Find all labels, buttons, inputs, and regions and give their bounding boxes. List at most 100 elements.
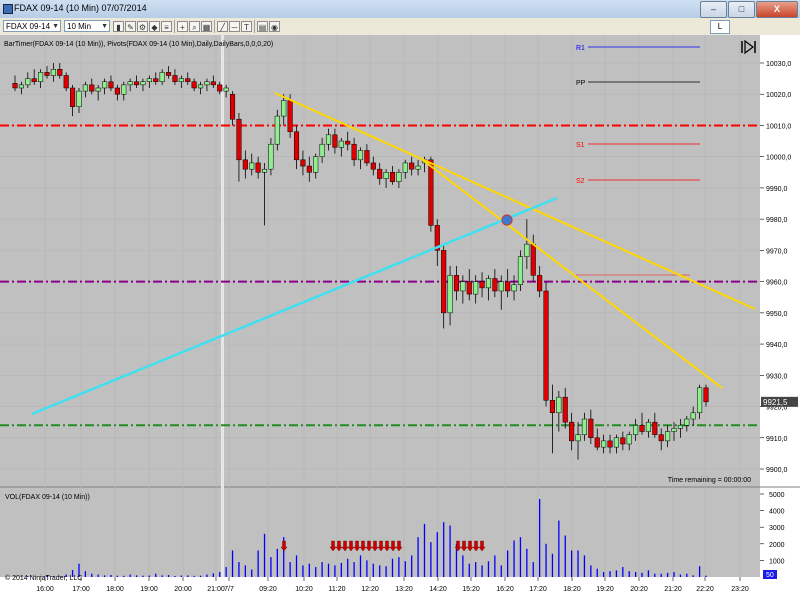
down-candle	[607, 440, 613, 448]
strategies-icon[interactable]: ◆	[149, 21, 160, 32]
time-tick-label: 14:20	[429, 586, 447, 593]
time-tick-label: 12:20	[361, 586, 379, 593]
maximize-button[interactable]: □	[728, 1, 755, 18]
down-candle	[70, 87, 76, 107]
up-candle	[447, 275, 453, 314]
down-candle	[114, 87, 120, 95]
time-tick-label: 15:20	[462, 586, 480, 593]
down-candle	[652, 421, 658, 435]
time-tick-label: 18:20	[563, 586, 581, 593]
price-tick-label: 9930,0	[766, 373, 788, 380]
pivot-label: S2	[576, 178, 585, 185]
down-candle	[293, 131, 300, 161]
down-candle	[255, 162, 261, 173]
text-tool-icon[interactable]: T	[241, 21, 252, 32]
instrument-select[interactable]: FDAX 09-14 ▼	[3, 20, 61, 32]
up-candle	[601, 440, 607, 448]
zoom-icon[interactable]: ⌕	[189, 21, 200, 32]
properties-icon[interactable]: ≡	[161, 21, 172, 32]
down-candle	[287, 100, 293, 132]
interval-select[interactable]: 10 Min ▼	[64, 20, 110, 32]
indicators-icon[interactable]: ⚙	[137, 21, 148, 32]
line-tool-icon[interactable]: ─	[229, 21, 240, 32]
up-candle	[511, 284, 517, 292]
indicator-label: BarTimer(FDAX 09-14 (10 Min)), Pivots(FD…	[4, 41, 273, 48]
down-candle	[530, 243, 536, 276]
time-tick-label: 18:00	[106, 586, 124, 593]
draw-tools-icon[interactable]: ╱	[217, 21, 228, 32]
data-box-icon[interactable]: ▦	[201, 21, 212, 32]
down-candle	[594, 437, 600, 448]
pivot-label: R1	[576, 45, 585, 52]
down-candle	[108, 81, 114, 89]
time-tick-label: 13:20	[395, 586, 413, 593]
chart-area[interactable]: R1 PP S1 S2 10030,0 10020,0 10010,0 10000,0 999…	[0, 35, 800, 597]
chevron-down-icon: ▼	[52, 23, 59, 30]
up-candle	[671, 428, 677, 432]
down-candle	[505, 281, 511, 292]
down-candle	[191, 81, 197, 89]
link-button[interactable]: L	[710, 20, 730, 34]
time-tick-label: 16:20	[496, 586, 514, 593]
volume-tick-label: 4000	[769, 509, 785, 516]
time-tick-label: 19:00	[140, 586, 158, 593]
close-button[interactable]: X	[756, 1, 798, 18]
price-tick-label: 9970,0	[766, 248, 788, 255]
down-candle	[492, 278, 498, 292]
down-candle	[217, 84, 223, 92]
volume-flag-value: 50	[766, 572, 774, 579]
pivot-label: S1	[576, 142, 585, 149]
up-candle	[281, 100, 287, 117]
up-candle	[402, 162, 408, 173]
down-candle	[210, 81, 216, 86]
order-icon[interactable]: ▤	[257, 21, 268, 32]
up-candle	[159, 72, 165, 82]
chevron-down-icon: ▼	[101, 23, 108, 30]
down-candle	[31, 78, 37, 82]
volume-flag: 50	[763, 570, 777, 579]
time-tick-label: 16:00	[36, 586, 54, 593]
price-tick-label: 10010,0	[766, 123, 791, 130]
down-candle	[658, 434, 664, 442]
down-candle	[229, 93, 236, 120]
crosshair-icon[interactable]: +	[177, 21, 188, 32]
down-candle	[89, 84, 95, 92]
up-candle	[581, 418, 587, 435]
up-candle	[82, 84, 88, 92]
down-candle	[185, 78, 191, 82]
bar-type-icon[interactable]: ▮	[113, 21, 124, 32]
up-candle	[517, 256, 524, 285]
up-candle	[690, 412, 696, 420]
up-candle	[268, 143, 274, 170]
up-candle	[460, 281, 466, 292]
price-tick-label: 9900,0	[766, 467, 788, 474]
instrument-value: FDAX 09-14	[6, 22, 51, 31]
pencil-icon[interactable]: ✎	[125, 21, 136, 32]
price-tick-label: 9990,0	[766, 186, 788, 193]
down-candle	[63, 75, 69, 89]
time-tick-label: 17:00	[72, 586, 90, 593]
up-candle	[524, 243, 530, 257]
up-candle	[197, 84, 204, 89]
camera-icon[interactable]: ◉	[269, 21, 280, 32]
up-candle	[357, 150, 364, 161]
down-candle	[332, 134, 338, 148]
minimize-button[interactable]: –	[700, 1, 727, 18]
current-price-value: 9921,5	[763, 398, 788, 407]
up-candle	[249, 162, 255, 170]
up-candle	[38, 72, 44, 82]
up-candle	[473, 281, 479, 295]
up-candle	[319, 143, 325, 157]
up-candle	[383, 172, 389, 179]
down-candle	[57, 68, 63, 76]
up-candle	[313, 156, 319, 173]
time-tick-label: 21:20	[664, 586, 682, 593]
down-candle	[620, 437, 626, 445]
down-candle	[44, 72, 50, 76]
price-tick-label: 9950,0	[766, 311, 788, 318]
down-candle	[370, 162, 376, 170]
up-candle	[415, 165, 421, 170]
down-candle	[453, 275, 460, 292]
up-candle	[697, 387, 703, 414]
interval-value: 10 Min	[67, 22, 92, 31]
